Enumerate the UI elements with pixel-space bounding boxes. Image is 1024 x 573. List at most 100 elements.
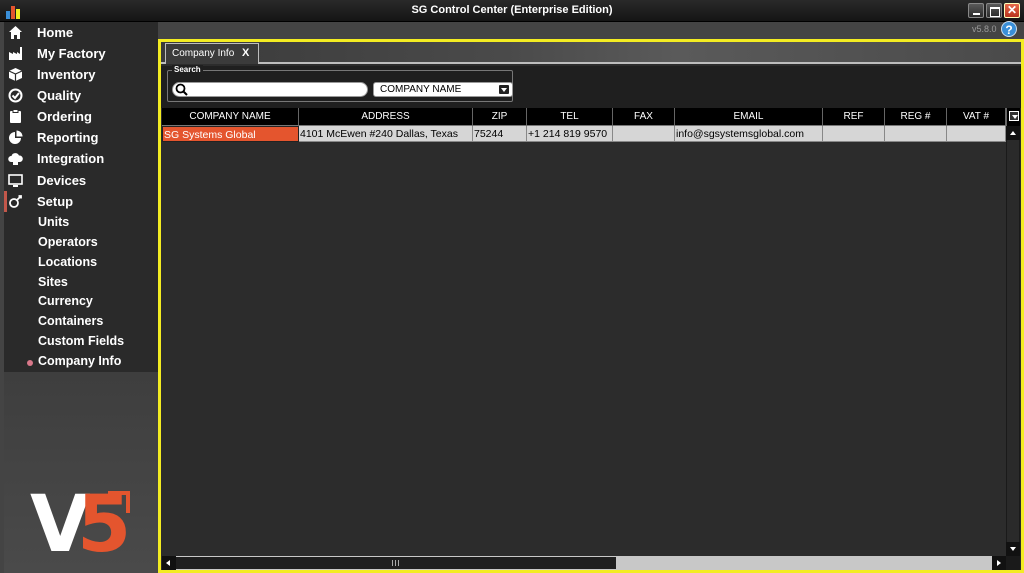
sidebar-subitem-sites[interactable]: Sites [4,273,158,293]
scroll-left-icon[interactable] [162,556,176,570]
cell-zip[interactable]: 75244 [473,126,527,142]
sidebar-item-home[interactable]: Home [4,22,158,43]
scroll-right-icon[interactable] [992,556,1006,570]
sidebar-item-label: Integration [37,151,105,166]
sidebar-subitem-currency[interactable]: Currency [4,292,158,312]
window-title: SG Control Center (Enterprise Edition) [411,4,613,16]
tab-close-icon[interactable]: X [242,47,249,59]
cell-email[interactable]: info@sgsystemsglobal.com [675,126,823,142]
sidebar-subitem-label: Containers [38,314,104,328]
column-header-fax[interactable]: FAX [613,108,675,126]
active-item-dot [27,360,33,366]
grip-icon [392,560,399,566]
column-chooser-icon [1009,111,1019,121]
search-group: Search COMPANY NAME [167,65,513,102]
search-input[interactable] [172,82,368,97]
cell-tel[interactable]: +1 214 819 9570 [527,126,613,142]
vertical-scroll-thumb[interactable] [1007,140,1019,542]
sidebar-subitem-units[interactable]: Units [4,213,158,233]
sidebar-item-setup[interactable]: Setup [4,191,158,212]
box-icon [8,67,23,82]
search-icon [175,83,188,96]
sidebar-item-label: Inventory [37,67,96,82]
sidebar-subitem-label: Operators [38,235,98,249]
monitor-icon [8,173,23,188]
scroll-down-icon[interactable] [1006,542,1020,556]
sidebar-item-my-factory[interactable]: My Factory [4,43,158,64]
table-row[interactable]: SG Systems Global 4101 McEwen #240 Dalla… [162,126,1006,142]
sidebar-subitem-locations[interactable]: Locations [4,253,158,273]
sidebar-item-label: My Factory [37,46,106,61]
close-window-button[interactable] [1004,3,1020,18]
cloud-icon [8,151,23,166]
grid-header: COMPANY NAME ADDRESS ZIP TEL FAX EMAIL R… [162,108,1006,126]
factory-icon [8,46,23,61]
scroll-up-icon[interactable] [1006,126,1020,140]
minimize-button[interactable] [968,3,984,18]
chevron-down-icon [499,85,509,94]
title-bar: SG Control Center (Enterprise Edition) [0,0,1024,22]
search-caption: Search [172,65,203,74]
search-field-value: COMPANY NAME [380,84,462,95]
sidebar-subitem-containers[interactable]: Containers [4,312,158,332]
app-window: SG Control Center (Enterprise Edition) v… [0,0,1024,573]
sidebar-item-reporting[interactable]: Reporting [4,127,158,148]
tab-company-info[interactable]: Company Info X [165,43,259,64]
sidebar-item-label: Home [37,25,74,40]
main-panel: Company Info X Search COMPANY NAME COMPA… [158,39,1024,573]
column-header-email[interactable]: EMAIL [675,108,823,126]
sidebar-item-inventory[interactable]: Inventory [4,64,158,85]
sidebar-subitem-label: Currency [38,294,93,308]
sidebar-subitem-company-info[interactable]: Company Info [4,352,158,372]
column-header-address[interactable]: ADDRESS [299,108,473,126]
sidebar-subitem-label: Locations [38,255,98,269]
horizontal-scroll-thumb[interactable] [176,557,616,569]
pie-chart-icon [8,130,23,145]
tab-label: Company Info [172,48,235,59]
vertical-scrollbar[interactable] [1006,126,1020,556]
maximize-button[interactable] [986,3,1002,18]
sidebar-item-label: Devices [37,173,87,188]
sidebar: Home My Factory Inventory Quality Orderi… [4,22,158,372]
cell-reg[interactable] [885,126,947,142]
sidebar-item-ordering[interactable]: Ordering [4,106,158,127]
sidebar-item-quality[interactable]: Quality [4,85,158,106]
cell-vat[interactable] [947,126,1006,142]
home-icon [8,25,23,40]
sidebar-item-label: Setup [37,194,74,209]
sidebar-subitem-custom-fields[interactable]: Custom Fields [4,332,158,352]
column-header-reg[interactable]: REG # [885,108,947,126]
horizontal-scrollbar[interactable] [162,556,1006,570]
clipboard-icon [8,109,23,124]
cell-address[interactable]: 4101 McEwen #240 Dallas, Texas [299,126,473,142]
sidebar-subitem-label: Units [38,215,70,229]
column-header-vat[interactable]: VAT # [947,108,1006,126]
help-icon[interactable]: ? [1001,21,1017,37]
column-header-zip[interactable]: ZIP [473,108,527,126]
company-grid: COMPANY NAME ADDRESS ZIP TEL FAX EMAIL R… [162,108,1020,570]
sidebar-subitem-label: Company Info [38,354,122,368]
sidebar-subitem-label: Sites [38,275,68,289]
cell-ref[interactable] [823,126,885,142]
column-header-tel[interactable]: TEL [527,108,613,126]
scrollbar-corner [1006,556,1020,570]
cell-company-name[interactable]: SG Systems Global [162,126,299,142]
sidebar-item-label: Quality [37,88,82,103]
gear-person-icon [8,194,23,209]
search-toolbar: Search COMPANY NAME [161,65,1021,108]
logo-arrow-icon [108,491,130,513]
column-header-company-name[interactable]: COMPANY NAME [162,108,299,126]
sidebar-subitem-label: Custom Fields [38,334,125,348]
sidebar-item-label: Reporting [37,130,99,145]
column-chooser-button[interactable] [1006,108,1020,126]
version-label: v5.8.0 [972,24,997,34]
check-circle-icon [8,88,23,103]
column-header-ref[interactable]: REF [823,108,885,126]
sidebar-item-integration[interactable]: Integration [4,148,158,169]
cell-fax[interactable] [613,126,675,142]
search-field-select[interactable]: COMPANY NAME [373,82,513,97]
tab-strip: Company Info X [161,42,1021,64]
sidebar-item-label: Ordering [37,109,92,124]
sidebar-subitem-operators[interactable]: Operators [4,233,158,253]
sidebar-item-devices[interactable]: Devices [4,170,158,191]
